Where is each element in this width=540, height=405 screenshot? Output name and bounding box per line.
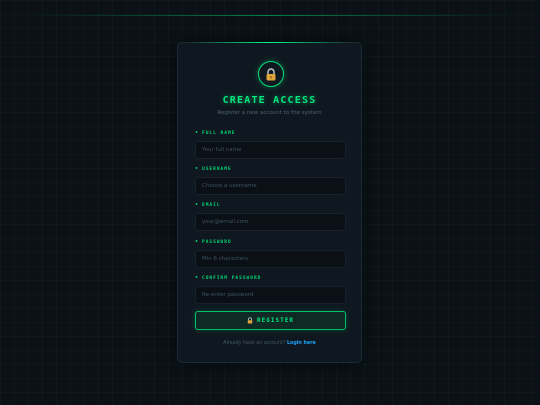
page-title: CREATE ACCESS [222, 95, 317, 106]
confirm-password-group: • CONFIRM PASSWORD [195, 275, 346, 304]
confirm-password-input[interactable] [195, 286, 346, 304]
login-prompt-text: Already have an account? [223, 341, 286, 346]
password-group: • PASSWORD [195, 239, 346, 268]
email-label: EMAIL [202, 202, 221, 208]
username-input[interactable] [195, 177, 346, 195]
full-name-label: FULL NAME [202, 130, 236, 136]
password-label: PASSWORD [202, 239, 232, 245]
lock-badge [258, 61, 284, 87]
password-input[interactable] [195, 250, 346, 268]
username-label: USERNAME [202, 166, 232, 172]
register-card: CREATE ACCESS Register a new account to … [177, 42, 362, 363]
bullet-icon: • [195, 275, 200, 281]
page-subtitle: Register a new account to the system [217, 110, 322, 116]
card-top-glow [188, 42, 351, 43]
register-button-label: REGISTER [257, 317, 294, 324]
bullet-icon: • [195, 130, 200, 136]
login-prompt: Already have an account? Login here [178, 341, 361, 346]
login-link[interactable]: Login here [287, 341, 316, 346]
lock-icon [266, 67, 276, 80]
confirm-password-label: CONFIRM PASSWORD [202, 275, 262, 281]
email-input[interactable] [195, 213, 346, 231]
register-button[interactable]: REGISTER [195, 311, 346, 330]
bullet-icon: • [195, 239, 200, 245]
bullet-icon: • [195, 202, 200, 208]
top-glow-divider [30, 15, 510, 16]
email-group: • EMAIL [195, 202, 346, 231]
full-name-group: • FULL NAME [195, 130, 346, 159]
lock-icon [247, 317, 253, 324]
bullet-icon: • [195, 166, 200, 172]
username-group: • USERNAME [195, 166, 346, 195]
full-name-input[interactable] [195, 141, 346, 159]
